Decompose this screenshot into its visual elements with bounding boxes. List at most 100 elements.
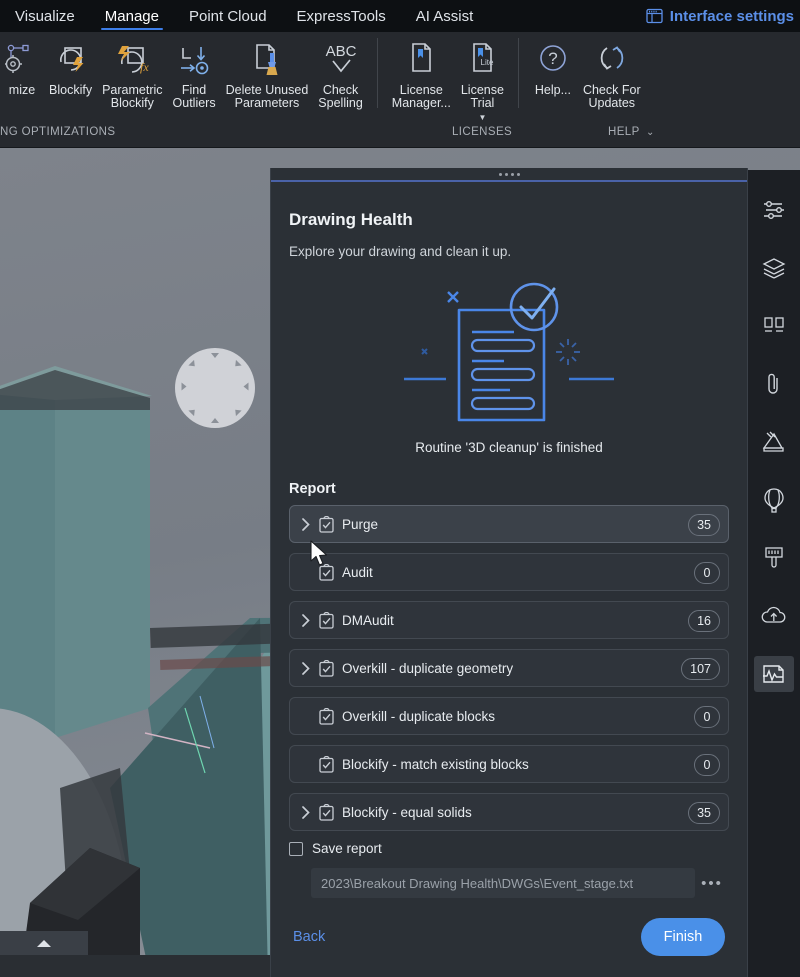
ribbon-button-blockify[interactable]: Blockify [44, 32, 97, 122]
clipboard-check-icon[interactable] [314, 803, 338, 821]
chevron-down-icon[interactable]: ▼ [478, 113, 486, 122]
ribbon-button-check-spelling[interactable]: ABC Check Spelling [313, 32, 367, 122]
ribbon-button-label: Check For Updates [582, 83, 641, 110]
ribbon-button-label: Blockify [49, 83, 93, 97]
optimize-icon [5, 38, 39, 82]
view-navigation-circle[interactable] [175, 348, 255, 428]
ribbon-panel: mize Blockify fx Parametric Blockify Fin… [0, 32, 800, 122]
row-count-badge: 35 [688, 514, 720, 536]
table-row[interactable]: Overkill - duplicate blocks 0 [289, 697, 729, 735]
tab-manage[interactable]: Manage [90, 0, 174, 32]
ribbon-button-label: Find Outliers [172, 83, 216, 110]
back-button[interactable]: Back [293, 929, 325, 945]
check-spelling-icon: ABC [319, 38, 363, 82]
row-label: Blockify - equal solids [342, 804, 472, 820]
chevron-up-icon [37, 939, 51, 947]
document-check-illustration [404, 282, 614, 422]
row-count-badge: 0 [694, 562, 720, 584]
ribbon-button-label: License Trial [460, 83, 504, 110]
table-row[interactable]: Blockify - equal solids 35 [289, 793, 729, 831]
ribbon-button-label: Check Spelling [318, 83, 363, 110]
check-for-updates-icon [591, 38, 633, 82]
dialog-footer: Back Finish [271, 905, 747, 977]
tab-visualize[interactable]: Visualize [0, 0, 90, 32]
finish-button[interactable]: Finish [641, 918, 725, 956]
rail-item-settings[interactable] [754, 192, 794, 228]
dialog-drag-handle[interactable] [271, 168, 747, 180]
svg-text:ABC: ABC [325, 43, 356, 60]
chevron-down-icon[interactable]: ⌄ [646, 127, 655, 138]
ribbon-button-label: Delete Unused Parameters [225, 83, 309, 110]
ribbon-button-check-for-updates[interactable]: Check For Updates [578, 32, 646, 122]
tab-ai-assist[interactable]: AI Assist [401, 0, 489, 32]
svg-text:?: ? [548, 49, 557, 68]
table-row[interactable]: Purge 35 [289, 505, 729, 543]
ribbon-group-licenses: LICENSES [452, 126, 513, 138]
ribbon-tab-bar: Visualize Manage Point Cloud ExpressTool… [0, 0, 800, 32]
ribbon-button-parametric-blockify[interactable]: fx Parametric Blockify [97, 32, 167, 122]
rail-item-drawing-health[interactable] [754, 656, 794, 692]
drawing-health-icon [763, 665, 784, 683]
tab-label: Visualize [15, 7, 75, 25]
cloud-upload-icon [761, 606, 786, 623]
ribbon-group-help: HELP [608, 126, 640, 138]
routine-status-text: Routine '3D cleanup' is finished [415, 440, 603, 455]
ribbon-button-find-outliers[interactable]: Find Outliers [168, 32, 221, 122]
row-label: Overkill - duplicate blocks [342, 708, 496, 724]
ribbon-button-license-trial[interactable]: Lite License Trial ▼ [456, 32, 509, 122]
settings-sliders-icon [764, 201, 784, 219]
table-row[interactable]: Blockify - match existing blocks 0 [289, 745, 729, 783]
illustration-wrap [289, 277, 729, 432]
rail-item-layers[interactable] [754, 250, 794, 286]
ribbon-button-license-manager[interactable]: License Manager... [387, 32, 456, 122]
browse-ellipsis-button[interactable]: ••• [695, 875, 729, 892]
row-label: Audit [342, 564, 373, 580]
clipboard-check-icon[interactable] [314, 707, 338, 725]
chevron-right-icon[interactable] [298, 517, 314, 531]
tab-label: Manage [104, 7, 159, 25]
rail-item-balloon[interactable] [754, 482, 794, 518]
tab-label: AI Assist [415, 7, 474, 25]
ribbon-button-delete-unused-parameters[interactable]: Delete Unused Parameters [221, 32, 314, 122]
chevron-right-icon[interactable] [298, 613, 314, 627]
table-row[interactable]: DMAudit 16 [289, 601, 729, 639]
tab-point-cloud[interactable]: Point Cloud [174, 0, 282, 32]
clipboard-check-icon[interactable] [314, 563, 338, 581]
dialog-subtitle: Explore your drawing and clean it up. [289, 244, 512, 259]
save-report-checkbox[interactable] [289, 841, 303, 856]
blocks-grid-icon [764, 317, 784, 332]
interface-settings-button[interactable]: Interface settings [646, 3, 794, 29]
find-outliers-icon [173, 38, 215, 82]
window-icon [646, 8, 663, 24]
rail-item-brush[interactable] [754, 540, 794, 576]
help-icon: ? [533, 38, 573, 82]
report-path-input[interactable]: 2023\Breakout Drawing Health\DWGs\Event_… [311, 868, 695, 898]
dialog-title: Drawing Health [289, 210, 413, 229]
ribbon-button-label: Parametric Blockify [102, 83, 163, 110]
rail-item-cloud-upload[interactable] [754, 598, 794, 634]
blockify-icon [51, 38, 91, 82]
table-row[interactable]: Overkill - duplicate geometry 107 [289, 649, 729, 687]
chevron-right-icon[interactable] [298, 805, 314, 819]
clipboard-check-icon[interactable] [314, 659, 338, 677]
rail-item-materials[interactable] [754, 424, 794, 460]
row-count-badge: 0 [694, 754, 720, 776]
clipboard-check-icon[interactable] [314, 515, 338, 533]
viewport-collapse-panel[interactable] [0, 931, 88, 955]
tab-label: ExpressTools [296, 7, 386, 25]
ribbon-button-optimize[interactable]: mize [0, 32, 44, 122]
row-label: Blockify - match existing blocks [342, 756, 529, 772]
tab-express-tools[interactable]: ExpressTools [282, 0, 401, 32]
ribbon-button-label: License Manager... [391, 83, 451, 110]
save-report-row[interactable]: Save report [289, 841, 729, 856]
delete-unused-parameters-icon [245, 38, 289, 82]
ribbon-separator [517, 38, 519, 108]
license-trial-icon: Lite [463, 38, 501, 82]
chevron-right-icon[interactable] [298, 661, 314, 675]
rail-item-blocks[interactable] [754, 308, 794, 344]
ribbon-button-help[interactable]: ? Help... [528, 32, 578, 122]
table-row[interactable]: Audit 0 [289, 553, 729, 591]
clipboard-check-icon[interactable] [314, 611, 338, 629]
clipboard-check-icon[interactable] [314, 755, 338, 773]
rail-item-attachments[interactable] [754, 366, 794, 402]
